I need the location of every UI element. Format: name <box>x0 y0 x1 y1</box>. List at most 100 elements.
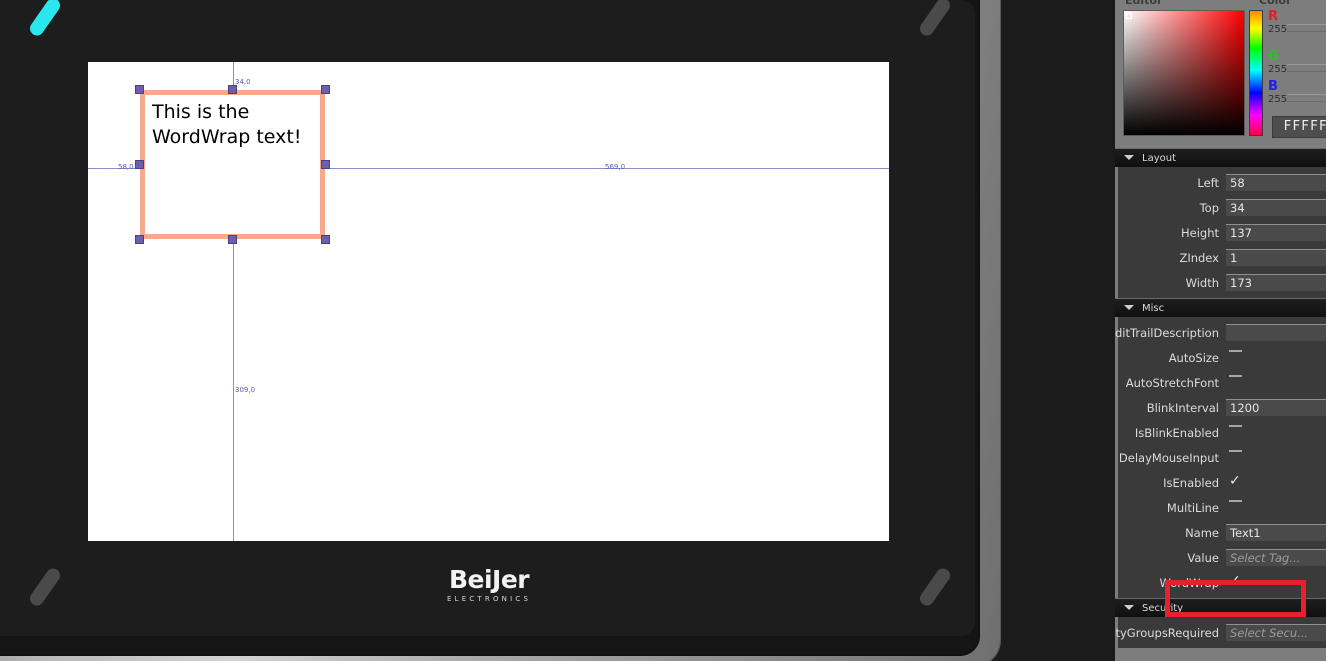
property-field-width[interactable]: 173 <box>1226 274 1326 291</box>
color-channel-g: G 255 <box>1268 50 1287 75</box>
resize-handle-top-right[interactable] <box>321 85 330 94</box>
selected-text-object[interactable]: This is the WordWrap text! <box>135 85 330 244</box>
checkbox-wordwrap[interactable]: ✓ <box>1226 574 1326 591</box>
property-label-zindex: ZIndex <box>1179 250 1219 265</box>
property-row: SecurityGroupsRequired Select Secu... <box>1115 620 1326 645</box>
group-misc-header[interactable]: Misc <box>1115 298 1326 317</box>
decorative-bar-icon-top-right <box>917 0 953 39</box>
brand-logo: BeiJer ELECTRONICS <box>447 565 532 604</box>
hex-color-field[interactable]: FFFFFF <box>1272 116 1326 138</box>
channel-value-b: 255 <box>1268 94 1288 105</box>
checkbox-autostretchfont[interactable] <box>1226 374 1326 391</box>
property-label-left: Left <box>1197 175 1219 190</box>
property-row: Left 58 <box>1118 170 1326 195</box>
property-row: Width 173 <box>1118 270 1326 295</box>
property-field-left[interactable]: 58 <box>1226 174 1326 191</box>
property-row: BlinkInterval 1200 <box>1118 395 1326 420</box>
property-field-audittraildescription[interactable] <box>1226 324 1326 341</box>
property-row: AutoSize <box>1118 345 1326 370</box>
property-field-securitygroupsrequired[interactable]: Select Secu... <box>1226 624 1326 641</box>
device-screen-frame: 34,0 58,0 569,0 309,0 This is the WordWr… <box>0 0 975 636</box>
property-row: IsEnabled ✓ <box>1118 470 1326 495</box>
group-security-title: Security <box>1142 603 1184 614</box>
property-row: Value Select Tag... <box>1118 545 1326 570</box>
property-field-height[interactable]: 137 <box>1226 224 1326 241</box>
empty-checkbox-icon <box>1229 350 1242 359</box>
property-label-isenabled: IsEnabled <box>1163 475 1219 490</box>
checkbox-isblinkenabled[interactable] <box>1226 424 1326 441</box>
guide-label-left: 58,0 <box>118 163 134 171</box>
resize-handle-top-left[interactable] <box>135 85 144 94</box>
property-row: Height 137 <box>1118 220 1326 245</box>
property-label-autostretchfont: AutoStretchFont <box>1125 375 1219 390</box>
property-field-top[interactable]: 34 <box>1226 199 1326 216</box>
property-row: IsBlinkEnabled <box>1118 420 1326 445</box>
group-layout-header[interactable]: Layout <box>1115 148 1326 167</box>
group-layout-body: Left 58 Top 34 Height 137 ZIndex 1 Width 173 <box>1115 167 1326 298</box>
property-label-width: Width <box>1185 275 1219 290</box>
chevron-down-icon[interactable] <box>1124 605 1134 610</box>
brand-subtitle: ELECTRONICS <box>447 595 532 603</box>
property-label-blinkinterval: BlinkInterval <box>1146 400 1219 415</box>
channel-letter-g: G <box>1268 49 1279 64</box>
property-row: DelayMouseInput <box>1118 445 1326 470</box>
group-misc-body: AuditTrailDescription AutoSize AutoStretch… <box>1115 317 1326 598</box>
chevron-down-icon[interactable] <box>1124 305 1134 310</box>
property-panel: Editor Color resource R 255 G 255 B 255 <box>1115 0 1326 661</box>
property-row: Name Text1 <box>1118 520 1326 545</box>
color-picker-cursor[interactable] <box>1126 13 1132 19</box>
property-label-top: Top <box>1199 200 1219 215</box>
channel-slider-g[interactable] <box>1287 64 1326 72</box>
resize-handle-middle-left[interactable] <box>135 160 144 169</box>
property-field-blinkinterval[interactable]: 1200 <box>1226 399 1326 416</box>
resize-handle-bottom-center[interactable] <box>228 235 237 244</box>
property-row: AuditTrailDescription <box>1115 320 1326 345</box>
color-picker[interactable]: R 255 G 255 B 255 FFFFFF <box>1120 8 1326 145</box>
property-row: WordWrap ✓ <box>1118 570 1326 595</box>
chevron-down-icon[interactable] <box>1124 155 1134 160</box>
property-field-zindex[interactable]: 1 <box>1226 249 1326 266</box>
resize-handle-middle-right[interactable] <box>321 160 330 169</box>
checkbox-isenabled[interactable]: ✓ <box>1226 474 1326 491</box>
checkbox-multiline[interactable] <box>1226 499 1326 516</box>
design-canvas[interactable]: 34,0 58,0 569,0 309,0 This is the WordWr… <box>88 62 889 541</box>
channel-slider-r[interactable] <box>1287 24 1326 32</box>
property-label-wordwrap: WordWrap <box>1159 575 1220 590</box>
channel-letter-r: R <box>1268 9 1279 24</box>
empty-checkbox-icon <box>1229 500 1242 509</box>
property-label-audittraildescription: AuditTrailDescription <box>1115 325 1219 340</box>
guide-label-right: 569,0 <box>605 163 626 171</box>
tab-editor[interactable]: Editor <box>1125 0 1162 7</box>
resize-handle-bottom-left[interactable] <box>135 235 144 244</box>
empty-checkbox-icon <box>1229 450 1242 459</box>
checkbox-autosize[interactable] <box>1226 349 1326 366</box>
property-label-name: Name <box>1185 525 1219 540</box>
channel-value-r: 255 <box>1268 24 1288 35</box>
property-row: MultiLine <box>1118 495 1326 520</box>
property-field-name[interactable]: Text1 <box>1226 524 1326 541</box>
property-label-autosize: AutoSize <box>1168 350 1219 365</box>
resize-handle-bottom-right[interactable] <box>321 235 330 244</box>
property-label-delaymouseinput: DelayMouseInput <box>1118 450 1219 465</box>
color-channel-r: R 255 <box>1268 10 1287 35</box>
empty-checkbox-icon <box>1229 425 1242 434</box>
saturation-value-gradient[interactable] <box>1123 10 1245 136</box>
checkbox-delaymouseinput[interactable] <box>1226 449 1326 466</box>
hue-slider[interactable] <box>1249 10 1263 136</box>
group-security-header[interactable]: Security <box>1115 598 1326 617</box>
group-misc-title: Misc <box>1142 303 1165 314</box>
group-security-body: SecurityGroupsRequired Select Secu... <box>1115 617 1326 648</box>
brand-name: BeiJer <box>448 565 530 594</box>
device-preview-stage: 34,0 58,0 569,0 309,0 This is the WordWr… <box>0 0 1115 661</box>
property-label-value: Value <box>1187 550 1219 565</box>
resize-handle-top-center[interactable] <box>228 85 237 94</box>
channel-slider-b[interactable] <box>1287 94 1326 102</box>
group-layout-title: Layout <box>1142 153 1176 164</box>
empty-checkbox-icon <box>1229 375 1242 384</box>
checkmark-icon: ✓ <box>1229 573 1241 589</box>
guide-label-bottom: 309,0 <box>235 386 256 394</box>
text-object-content: This is the WordWrap text! <box>152 101 302 148</box>
property-field-value[interactable]: Select Tag... <box>1226 549 1326 566</box>
property-label-multiline: MultiLine <box>1166 500 1219 515</box>
property-label-isblinkenabled: IsBlinkEnabled <box>1134 425 1219 440</box>
